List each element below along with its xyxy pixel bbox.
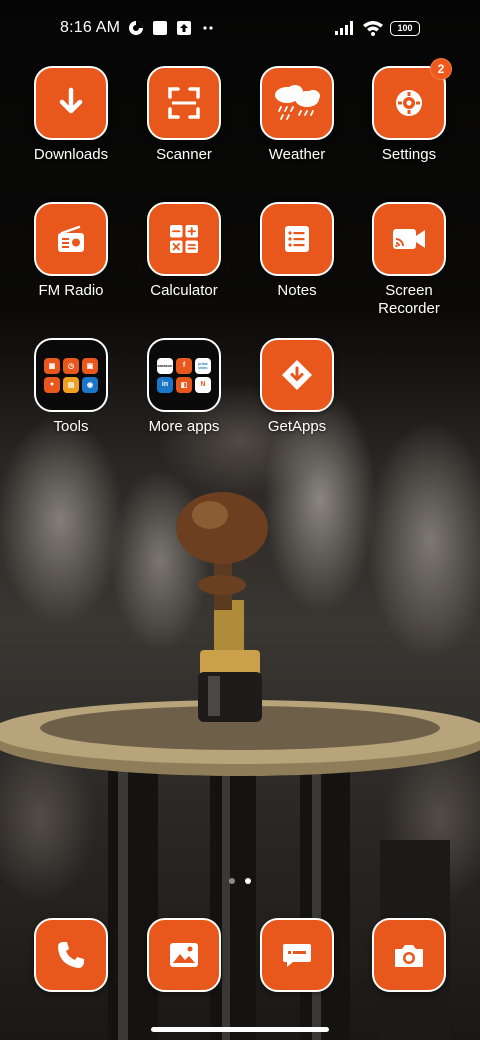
notification-badge: 2 [430,58,452,80]
app-label: GetApps [267,418,327,435]
upload-icon [176,20,192,36]
app-label: More apps [148,418,220,435]
dock-camera[interactable] [354,918,464,992]
mini-app-icon: ▣ [82,357,98,374]
mini-app-icon: in [157,376,173,393]
dock-phone[interactable] [16,918,126,992]
getapps-icon[interactable] [260,338,334,412]
app-label: Screen Recorder [378,282,440,317]
app-screen-recorder[interactable]: Screen Recorder [354,202,464,318]
app-label: Tools [53,418,89,435]
battery-icon: 100 [390,20,420,36]
app-notes[interactable]: Notes [242,202,352,300]
page-dot[interactable] [229,878,235,884]
messages-icon[interactable] [260,918,334,992]
app-fm-radio[interactable]: FM Radio [16,202,126,300]
calculator-icon[interactable] [147,202,221,276]
app-downloads[interactable]: Downloads [16,66,126,164]
mini-app-icon: ◷ [63,357,79,374]
folder-icon[interactable]: amazon f prime video in ◧ N [147,338,221,412]
screen-recorder-icon[interactable] [372,202,446,276]
more-dots-icon [200,20,216,36]
dock-messages[interactable] [242,918,352,992]
weather-cloud-icon[interactable] [260,66,334,140]
status-bar: 8:16 AM 100 [0,0,480,56]
scanner-icon[interactable] [147,66,221,140]
app-label: Scanner [156,146,212,163]
wifi-icon [362,20,384,36]
folder-icon[interactable]: ▦ ◷ ▣ ● ▤ ◉ [34,338,108,412]
mini-app-icon: ● [44,376,60,393]
app-scanner[interactable]: Scanner [129,66,239,164]
clock: 8:16 AM [60,19,121,36]
signal-icon [334,20,356,36]
square-icon [152,20,168,36]
app-label: Settings [381,146,437,163]
radio-icon[interactable] [34,202,108,276]
app-settings[interactable]: 2 Settings [354,58,464,164]
page-indicator[interactable] [0,878,480,884]
app-label: Weather [268,146,326,163]
mini-app-icon: ◧ [176,376,192,393]
mini-app-icon: ▤ [63,376,79,393]
folder-more-apps[interactable]: amazon f prime video in ◧ N More apps [129,338,239,436]
mini-app-icon: amazon [157,357,173,374]
app-label: Notes [277,282,317,299]
mini-app-icon: ◉ [82,376,98,393]
page-dot-active[interactable] [245,878,251,884]
app-calculator[interactable]: Calculator [129,202,239,300]
data-saver-icon [128,20,144,36]
notes-icon[interactable] [260,202,334,276]
app-getapps[interactable]: GetApps [242,338,352,436]
gallery-icon[interactable] [147,918,221,992]
gear-icon[interactable]: 2 [372,58,452,140]
mini-app-icon: prime video [195,357,211,374]
phone-icon[interactable] [34,918,108,992]
app-label: Calculator [150,282,218,299]
download-arrow-icon[interactable] [34,66,108,140]
app-label: FM Radio [38,282,104,299]
dock-gallery[interactable] [129,918,239,992]
app-label: Downloads [33,146,109,163]
mini-app-icon: f [176,357,192,374]
mini-app-icon: ▦ [44,357,60,374]
folder-tools[interactable]: ▦ ◷ ▣ ● ▤ ◉ Tools [16,338,126,436]
camera-icon[interactable] [372,918,446,992]
home-indicator[interactable] [151,1027,329,1032]
mini-app-icon: N [195,376,211,393]
app-weather[interactable]: Weather [242,66,352,164]
